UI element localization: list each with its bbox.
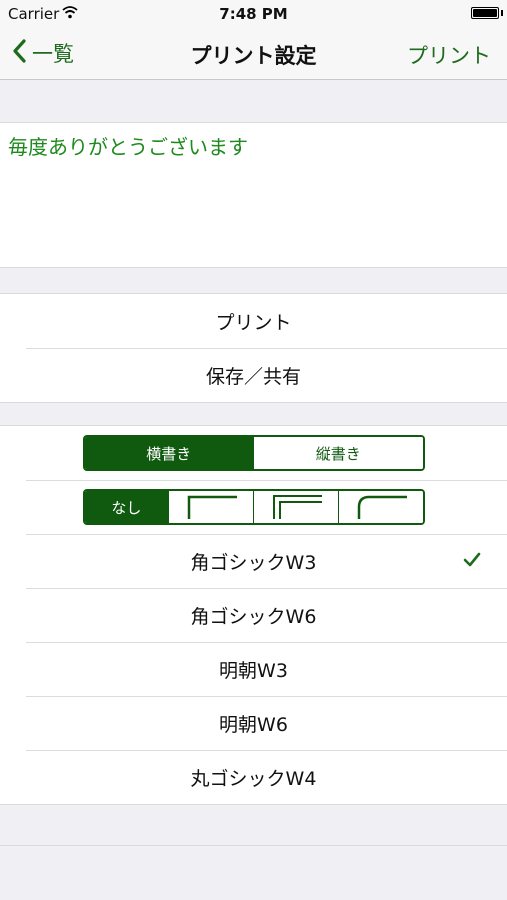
segment-border-double[interactable] (253, 491, 338, 523)
clock: 7:48 PM (219, 5, 288, 23)
action-list: プリント 保存／共有 (0, 293, 507, 403)
orientation-segmented-control: 横書き 縦書き (82, 435, 425, 471)
battery-tip (501, 10, 503, 16)
status-bar: Carrier 7:48 PM (0, 0, 507, 28)
font-label: 角ゴシックW3 (190, 551, 317, 574)
battery-icon (471, 7, 499, 19)
font-row-mincho-w6[interactable]: 明朝W6 (0, 696, 507, 750)
message-text: 毎度ありがとうございます (8, 135, 248, 159)
save-share-row[interactable]: 保存／共有 (0, 348, 507, 402)
segment-border-single[interactable] (168, 491, 253, 523)
segment-border-rounded[interactable] (337, 491, 423, 523)
font-label: 明朝W6 (219, 713, 288, 736)
font-row-kakugothic-w6[interactable]: 角ゴシックW6 (0, 588, 507, 642)
double-corner-frame-icon (266, 491, 326, 523)
print-action-label: プリント (215, 311, 292, 334)
segment-border-none[interactable]: なし (84, 491, 169, 523)
font-row-marugothic-w4[interactable]: 丸ゴシックW4 (0, 750, 507, 804)
print-action-row[interactable]: プリント (0, 294, 507, 348)
bottom-divider (0, 845, 507, 846)
rounded-corner-frame-icon (351, 491, 411, 523)
font-row-mincho-w3[interactable]: 明朝W3 (0, 642, 507, 696)
checkmark-icon (463, 551, 481, 573)
border-style-row: なし (0, 480, 507, 534)
orientation-row: 横書き 縦書き (0, 426, 507, 480)
print-nav-button[interactable]: プリント (407, 40, 491, 70)
settings-list: 横書き 縦書き なし 角ゴシックW3 角ゴシックW6 明朝W3 明朝W6 丸ゴシ… (0, 425, 507, 805)
font-label: 角ゴシックW6 (190, 605, 317, 628)
segment-vertical[interactable]: 縦書き (253, 437, 423, 469)
single-corner-frame-icon (181, 491, 241, 523)
font-row-kakugothic-w3[interactable]: 角ゴシックW3 (0, 534, 507, 588)
font-label: 明朝W3 (219, 659, 288, 682)
segment-horizontal[interactable]: 横書き (84, 437, 253, 469)
save-share-label: 保存／共有 (205, 365, 301, 388)
message-textarea[interactable]: 毎度ありがとうございます (0, 122, 507, 268)
font-label: 丸ゴシックW4 (190, 767, 317, 790)
border-style-segmented-control: なし (82, 489, 425, 525)
navigation-bar: 一覧 プリント設定 プリント (0, 28, 507, 80)
